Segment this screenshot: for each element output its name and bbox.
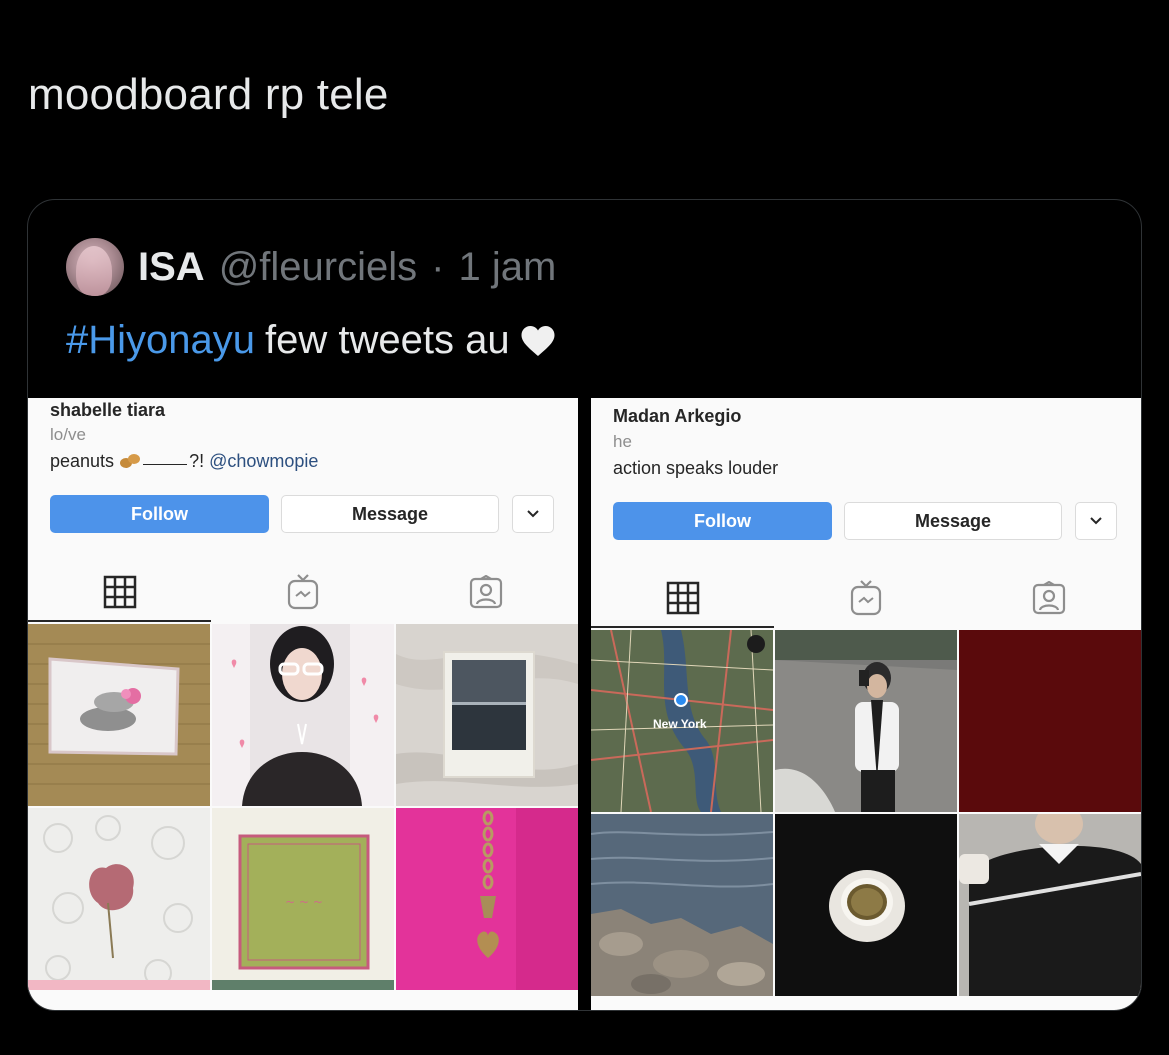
igtv-icon bbox=[850, 580, 881, 616]
svg-text:~ ~ ~: ~ ~ ~ bbox=[285, 895, 323, 909]
active-tab-indicator bbox=[591, 626, 774, 628]
profile-screenshot-right[interactable]: Madan Arkegio he action speaks louder Fo… bbox=[591, 398, 1141, 1010]
bio-suffix: ?! bbox=[189, 451, 205, 471]
timestamp[interactable]: 1 jam bbox=[458, 245, 556, 290]
igtv-icon bbox=[287, 574, 318, 610]
tagged-icon bbox=[1032, 581, 1065, 615]
profile-name: Madan Arkegio bbox=[613, 406, 742, 426]
tab-posts[interactable] bbox=[28, 562, 211, 622]
tab-posts[interactable] bbox=[591, 568, 774, 628]
tab-igtv[interactable] bbox=[211, 562, 394, 622]
tab-tagged[interactable] bbox=[394, 562, 577, 622]
profile-bio: peanuts ?! @chowmopie bbox=[50, 451, 318, 472]
hashtag-link[interactable]: #Hiyonayu bbox=[66, 318, 255, 363]
grid-icon bbox=[103, 575, 136, 609]
post-thumbnail[interactable] bbox=[28, 624, 210, 806]
post-thumbnail[interactable] bbox=[959, 630, 1141, 812]
follow-button[interactable]: Follow bbox=[50, 495, 269, 533]
chevron-down-icon bbox=[1090, 517, 1102, 525]
profile-tabs bbox=[28, 562, 578, 622]
post-thumbnail[interactable] bbox=[959, 814, 1141, 996]
blank-line bbox=[143, 464, 188, 465]
active-tab-indicator bbox=[28, 620, 211, 622]
post-thumbnail[interactable] bbox=[396, 624, 578, 806]
post-thumbnail[interactable]: New York bbox=[591, 630, 773, 812]
white-heart-icon bbox=[521, 325, 555, 356]
tab-tagged[interactable] bbox=[957, 568, 1140, 628]
mention-link[interactable]: @chowmopie bbox=[209, 451, 318, 471]
profile-name: shabelle tiara bbox=[50, 400, 166, 420]
grid-icon bbox=[666, 581, 699, 615]
post-thumbnail[interactable] bbox=[591, 814, 773, 996]
follow-button[interactable]: Follow bbox=[613, 502, 832, 540]
profile-screenshot-left[interactable]: shabelle tiara lo/ve peanuts ?! @chowmop… bbox=[28, 398, 578, 1010]
message-button[interactable]: Message bbox=[281, 495, 499, 533]
handle[interactable]: @fleurciels bbox=[219, 245, 417, 290]
post-thumbnail[interactable] bbox=[28, 808, 210, 990]
tagged-icon bbox=[469, 575, 502, 609]
profile-bio: action speaks louder bbox=[613, 458, 779, 478]
more-dropdown-button[interactable] bbox=[1075, 502, 1117, 540]
map-label: New York bbox=[653, 717, 707, 731]
chevron-down-icon bbox=[527, 510, 539, 518]
post-thumbnail[interactable] bbox=[775, 814, 957, 996]
profile-pronoun: lo/ve bbox=[50, 425, 86, 444]
post-thumbnail[interactable] bbox=[396, 808, 578, 990]
separator-dot: · bbox=[431, 244, 445, 289]
peanut-icon bbox=[120, 454, 141, 468]
tab-igtv[interactable] bbox=[774, 568, 957, 628]
avatar[interactable] bbox=[66, 238, 124, 296]
tweet-text: moodboard rp tele bbox=[28, 70, 389, 119]
profile-pronoun: he bbox=[613, 432, 632, 451]
display-name[interactable]: ISA bbox=[138, 245, 205, 290]
quote-body: #Hiyonayu few tweets au bbox=[66, 318, 556, 363]
message-button[interactable]: Message bbox=[844, 502, 1062, 540]
quoted-tweet[interactable]: ISA @fleurciels · 1 jam #Hiyonayu few tw… bbox=[27, 199, 1142, 1011]
post-thumbnail[interactable] bbox=[212, 624, 394, 806]
quote-header: ISA @fleurciels · 1 jam bbox=[66, 238, 556, 296]
post-thumbnail[interactable] bbox=[775, 630, 957, 812]
post-thumbnail[interactable]: ~ ~ ~ bbox=[212, 808, 394, 990]
more-dropdown-button[interactable] bbox=[512, 495, 554, 533]
screenshot-divider bbox=[578, 398, 591, 1010]
quote-body-text: few tweets au bbox=[265, 318, 510, 362]
profile-tabs bbox=[591, 568, 1141, 628]
bio-text: peanuts bbox=[50, 451, 115, 471]
